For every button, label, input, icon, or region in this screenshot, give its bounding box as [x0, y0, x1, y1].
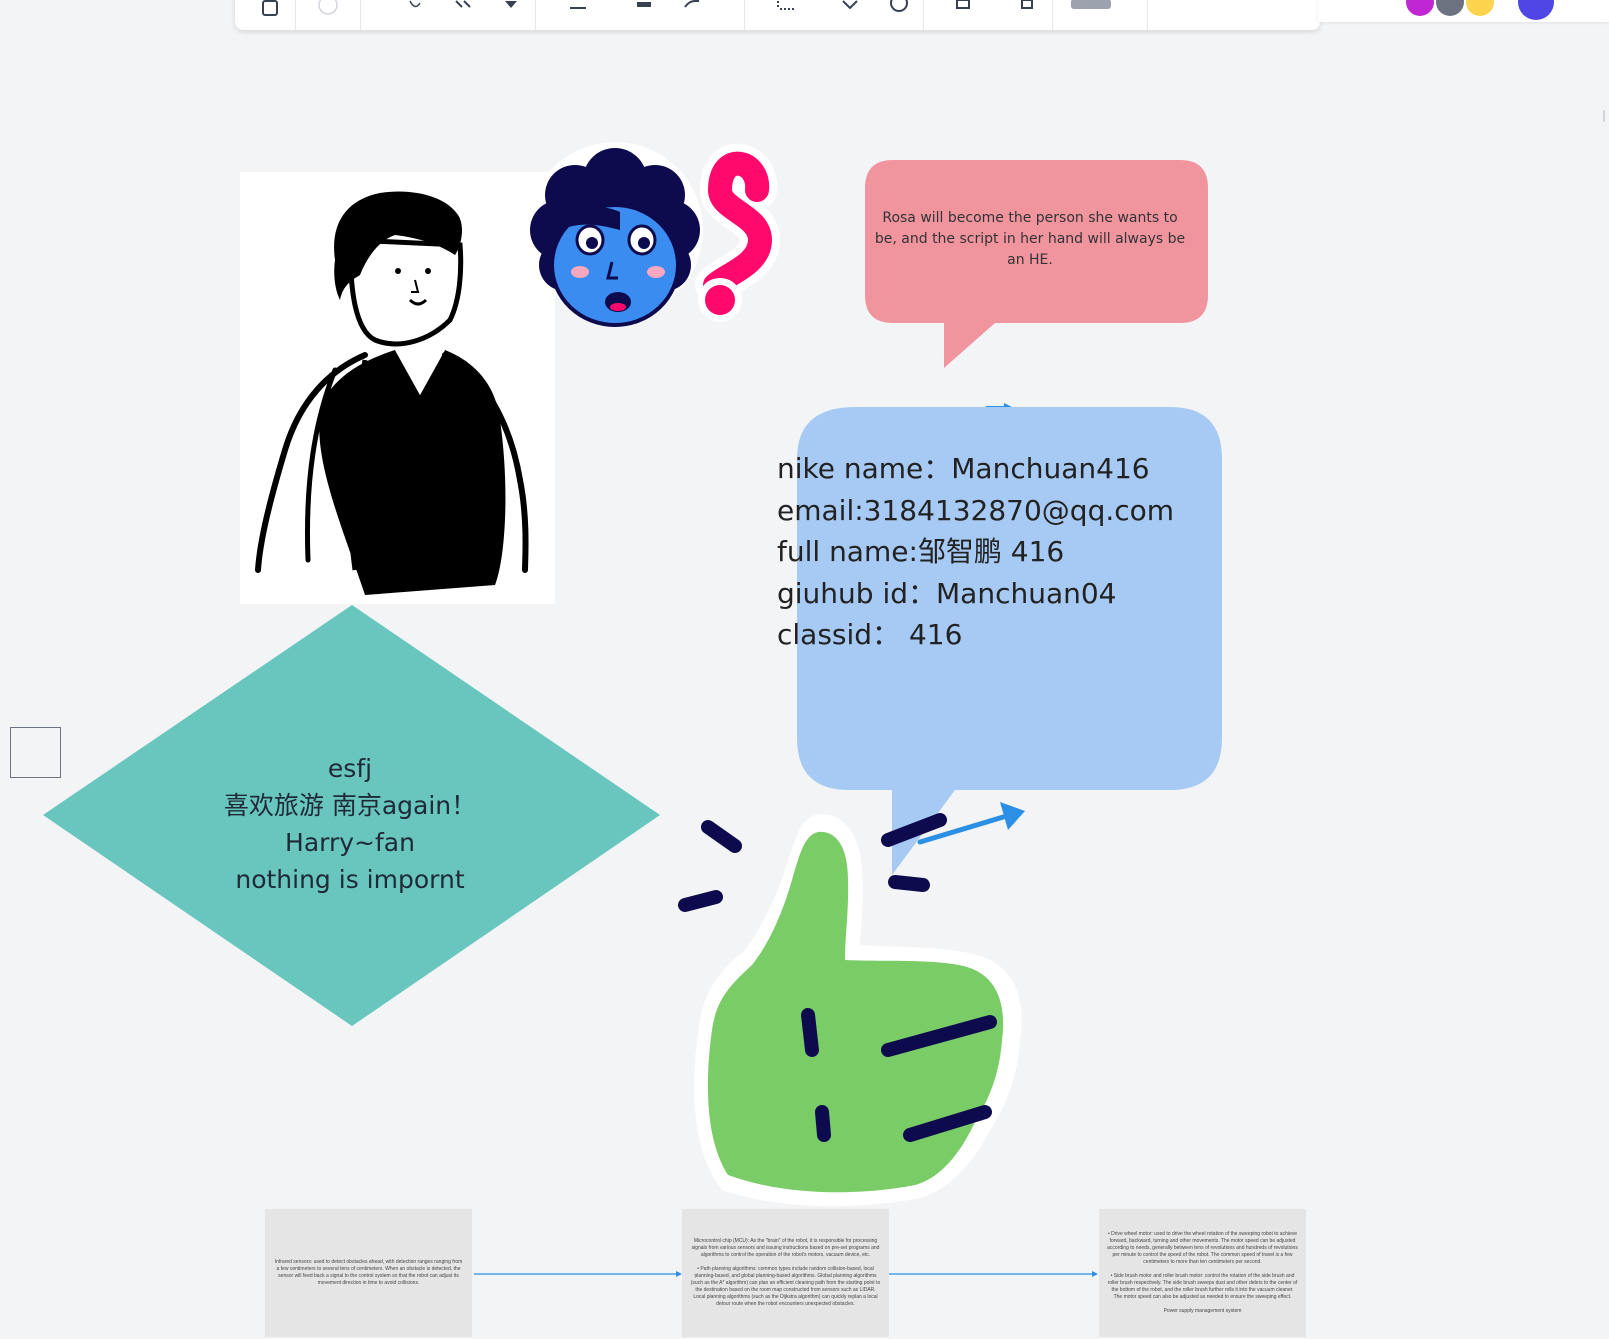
diamond-line: nothing is impornt: [235, 865, 465, 894]
github-id-line: giuhub id：Manchuan04: [777, 576, 1117, 610]
pink-bubble-text[interactable]: Rosa will become the person she wants to…: [870, 208, 1190, 271]
doc-card-text: Infrared sensors: used to detect obstacl…: [274, 1259, 463, 1286]
diamond-line: Harry~fan: [285, 828, 415, 857]
empty-square-shape[interactable]: [10, 727, 61, 778]
doc-card-text: • Drive wheel motor: used to drive the w…: [1107, 1231, 1298, 1314]
canvas-drawings: [43, 142, 1222, 1277]
doc-card-text: Microcontrol chip (MCU): As the "brain" …: [690, 1238, 881, 1307]
doc-card-motor[interactable]: • Drive wheel motor: used to drive the w…: [1099, 1209, 1306, 1337]
diamond-line: 喜欢旅游 南京again！: [223, 791, 477, 820]
doc-card-infrared[interactable]: Infrared sensors: used to detect obstacl…: [265, 1209, 472, 1337]
email-line: email:3184132870@qq.com: [777, 493, 1175, 527]
diamond-text[interactable]: esfj 喜欢旅游 南京again！ Harry~fan nothing is …: [170, 750, 530, 898]
doc-card-mcu[interactable]: Microcontrol chip (MCU): As the "brain" …: [682, 1209, 889, 1337]
diamond-line: esfj: [327, 754, 373, 783]
full-name-line: full name:邹智鹏 416: [777, 535, 1065, 568]
nickname-line: nike name：Manchuan416: [777, 452, 1150, 485]
class-id-line: classid： 416: [777, 618, 963, 651]
profile-text[interactable]: nike name：Manchuan416 email:3184132870@q…: [777, 448, 1337, 656]
thumbs-up-sticker[interactable]: [678, 813, 1022, 1207]
man-illustration[interactable]: [255, 191, 529, 595]
confused-face-sticker[interactable]: [527, 142, 781, 327]
